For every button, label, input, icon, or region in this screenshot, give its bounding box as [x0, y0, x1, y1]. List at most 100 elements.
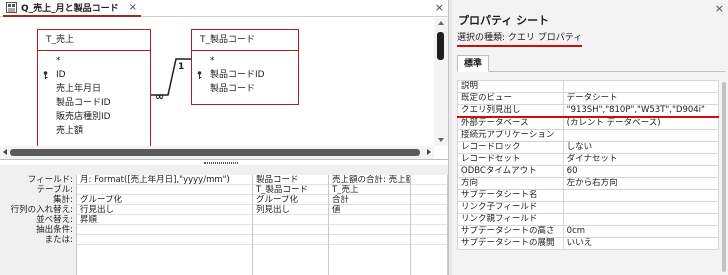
scroll-down-icon[interactable]: [438, 138, 444, 142]
property-row-column-headings[interactable]: クエリ列見出し "913SH","810P","W53T","D904i": [457, 104, 720, 118]
grid-cell[interactable]: [411, 225, 447, 235]
grid-cell[interactable]: [77, 225, 252, 235]
property-value[interactable]: [562, 201, 720, 214]
scroll-thumb[interactable]: [437, 32, 444, 60]
field-row[interactable]: *: [52, 54, 150, 68]
grid-column[interactable]: 月: Format([売上年月日],"yyyy/mm") グループ化 行見出し …: [76, 175, 252, 275]
property-row[interactable]: 方向 左から右方向: [457, 177, 720, 190]
document-tab[interactable]: Q_売上_月と製品コード ×: [3, 0, 142, 17]
property-value[interactable]: しない: [562, 141, 720, 154]
property-row[interactable]: 説明: [457, 80, 720, 93]
field-row[interactable]: ID: [43, 68, 150, 82]
property-sheet-close-icon[interactable]: ×: [715, 3, 724, 14]
field-name: 売上年月日: [56, 84, 102, 94]
grid-cell[interactable]: [329, 225, 410, 235]
grid-cell[interactable]: [253, 235, 328, 245]
grid-cell[interactable]: [253, 215, 328, 225]
grid-cell[interactable]: [77, 185, 252, 195]
table-diagram-area[interactable]: ∞ 1 T_売上 * ID 売上年月日 製品コードID 販売店種別ID 売上額 …: [0, 18, 434, 150]
grid-cell[interactable]: 行見出し: [77, 205, 252, 215]
grid-cell[interactable]: T_売上: [329, 185, 410, 195]
field-row[interactable]: 売上額: [52, 124, 150, 138]
property-sheet-scrollbar[interactable]: [720, 80, 728, 275]
grid-label-criteria: 抽出条件:: [36, 225, 73, 235]
property-row[interactable]: リンク親フィールド: [457, 213, 720, 226]
table-box-sales[interactable]: T_売上 * ID 売上年月日 製品コードID 販売店種別ID 売上額: [37, 29, 151, 150]
splitter-grip-icon[interactable]: [204, 162, 238, 164]
property-row[interactable]: リンク子フィールド: [457, 201, 720, 214]
property-value[interactable]: いいえ: [562, 237, 720, 250]
field-row[interactable]: *: [206, 54, 298, 68]
property-value[interactable]: 0cm: [562, 225, 720, 238]
property-row[interactable]: レコードセット ダイナセット: [457, 153, 720, 166]
field-row[interactable]: 製品コードID: [197, 68, 298, 82]
field-row[interactable]: 売上年月日: [52, 82, 150, 96]
field-row[interactable]: 製品コードID: [52, 96, 150, 110]
tab-general[interactable]: 標準: [457, 55, 490, 72]
grid-cell[interactable]: 合計: [329, 195, 410, 205]
scroll-thumb[interactable]: [722, 82, 726, 272]
grid-cell[interactable]: [329, 235, 410, 245]
property-row[interactable]: 接続元アプリケーション: [457, 129, 720, 142]
property-name: レコードセット: [457, 153, 564, 166]
field-row[interactable]: 製品コード: [206, 82, 298, 96]
scroll-thumb[interactable]: [10, 149, 420, 156]
grid-column[interactable]: [410, 175, 448, 275]
property-value[interactable]: データシート: [562, 92, 720, 105]
property-row[interactable]: ODBCタイムアウト 60: [457, 165, 720, 178]
grid-cell[interactable]: 売上額の合計: 売上額: [329, 175, 410, 185]
property-value[interactable]: [562, 213, 720, 226]
property-value[interactable]: (カレント データベース): [562, 116, 720, 130]
property-value[interactable]: 左から右方向: [562, 177, 720, 190]
property-tabs: 標準: [457, 55, 725, 72]
property-value[interactable]: ダイナセット: [562, 153, 720, 166]
property-name: リンク親フィールド: [457, 213, 564, 226]
grid-cell[interactable]: グループ化: [77, 195, 252, 205]
table-box-product[interactable]: T_製品コード * 製品コードID 製品コード: [191, 29, 299, 105]
property-name: 接続元アプリケーション: [457, 129, 564, 142]
grid-column[interactable]: 売上額の合計: 売上額 T_売上 合計 値: [328, 175, 410, 275]
grid-cell[interactable]: 値: [329, 205, 410, 215]
property-value[interactable]: "913SH","810P","W53T","D904i": [562, 104, 720, 118]
property-name: サブデータシートの展開: [457, 237, 564, 250]
selection-type-label: 選択の種類: クエリ プロパティ: [457, 30, 583, 47]
grid-cell[interactable]: 昇順: [77, 215, 252, 225]
grid-cell[interactable]: 列見出し: [253, 205, 328, 215]
grid-cell[interactable]: [411, 195, 447, 205]
grid-cell[interactable]: 製品コード: [253, 175, 328, 185]
grid-cell[interactable]: [253, 225, 328, 235]
grid-cell[interactable]: [329, 215, 410, 225]
tab-close-icon[interactable]: ×: [129, 2, 137, 13]
grid-cell[interactable]: [411, 175, 447, 185]
field-row[interactable]: 販売店種別ID: [52, 110, 150, 124]
grid-cell[interactable]: [411, 185, 447, 195]
property-value[interactable]: [562, 80, 720, 93]
property-value[interactable]: [562, 129, 720, 142]
diagram-vertical-scrollbar[interactable]: [434, 18, 448, 146]
property-row[interactable]: サブデータシートの高さ 0cm: [457, 225, 720, 238]
grid-cell[interactable]: [411, 235, 447, 245]
diagram-horizontal-scrollbar[interactable]: [0, 146, 434, 159]
property-row[interactable]: サブデータシート名: [457, 189, 720, 202]
scroll-left-icon[interactable]: [3, 149, 7, 155]
grid-cell[interactable]: グループ化: [253, 195, 328, 205]
table-title: T_売上: [38, 30, 150, 51]
grid-cell[interactable]: 月: Format([売上年月日],"yyyy/mm"): [77, 175, 252, 185]
field-name: *: [210, 56, 215, 66]
property-row[interactable]: 既定のビュー データシート: [457, 92, 720, 105]
relationship-one-label: 1: [178, 62, 185, 72]
grid-cell[interactable]: [411, 215, 447, 225]
property-value[interactable]: [562, 189, 720, 202]
scroll-right-icon[interactable]: [427, 149, 431, 155]
grid-cell[interactable]: [77, 235, 252, 245]
property-name: 方向: [457, 177, 564, 190]
grid-column[interactable]: 製品コード T_製品コード グループ化 列見出し: [252, 175, 328, 275]
property-row[interactable]: レコードロック しない: [457, 141, 720, 154]
scroll-up-icon[interactable]: [438, 21, 444, 25]
grid-cell[interactable]: [411, 205, 447, 215]
property-row[interactable]: サブデータシートの展開 いいえ: [457, 237, 720, 250]
window-close-icon[interactable]: ×: [435, 2, 444, 13]
grid-cell[interactable]: T_製品コード: [253, 185, 328, 195]
property-row[interactable]: 外部データベース (カレント データベース): [457, 116, 720, 130]
property-value[interactable]: 60: [562, 165, 720, 178]
